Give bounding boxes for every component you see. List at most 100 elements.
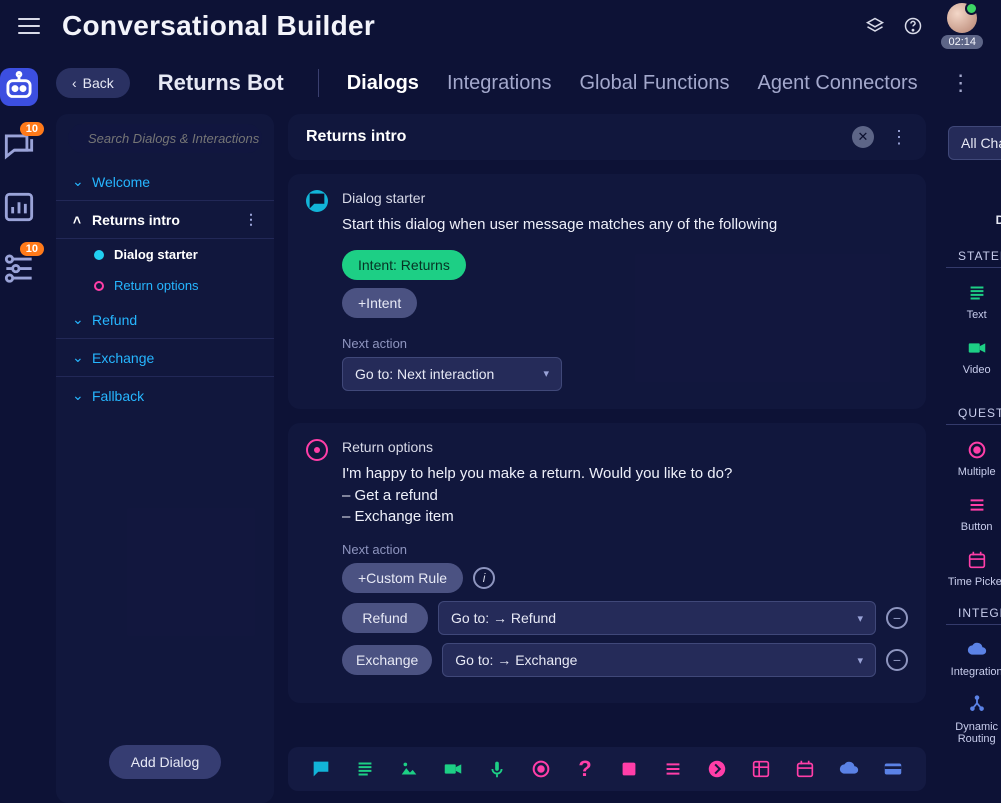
avatar[interactable] xyxy=(947,3,977,33)
back-button[interactable]: ‹ Back xyxy=(56,68,130,98)
multiple-icon[interactable] xyxy=(530,758,552,780)
chat-icon[interactable] xyxy=(310,758,332,780)
select-value: Go to: → Refund xyxy=(451,610,556,626)
bullet-icon xyxy=(94,250,104,260)
tool-video[interactable]: Video xyxy=(944,331,1001,394)
card-return-options: Return options I'm happy to help you mak… xyxy=(288,423,926,703)
button-icon[interactable] xyxy=(662,758,684,780)
tree-label: Refund xyxy=(92,312,137,328)
tool-dynamic-routing[interactable]: Dynamic Routing xyxy=(944,688,1001,751)
tool-time-picker[interactable]: Time Picker xyxy=(944,543,1001,594)
rule-chip-refund[interactable]: Refund xyxy=(342,603,428,633)
remove-rule-button[interactable]: − xyxy=(886,607,908,629)
rail-analytics-icon[interactable] xyxy=(0,188,38,226)
flow-badge: 10 xyxy=(20,242,44,256)
chevron-down-icon: ⌄ xyxy=(72,311,82,328)
tab-integrations[interactable]: Integrations xyxy=(447,72,552,95)
intent-chip[interactable]: Intent: Returns xyxy=(342,250,466,280)
chevron-up-icon: ˄ xyxy=(72,212,82,228)
question-icon[interactable]: ? xyxy=(574,758,596,780)
info-icon[interactable]: i xyxy=(473,567,495,589)
list-picker-icon[interactable] xyxy=(750,758,772,780)
video-icon[interactable] xyxy=(442,758,464,780)
image-icon[interactable] xyxy=(398,758,420,780)
chat-bubble-icon xyxy=(306,190,328,212)
rule-select-exchange[interactable]: Go to: → Exchange ▾ xyxy=(442,643,876,677)
rail-bot-icon[interactable] xyxy=(0,68,38,106)
tree-sub-dialog-starter[interactable]: Dialog starter xyxy=(56,239,274,270)
back-label: Back xyxy=(83,75,114,91)
tree-item-welcome[interactable]: ⌄ Welcome xyxy=(56,163,274,201)
tool-button[interactable]: Button xyxy=(944,488,1001,539)
tab-global-functions[interactable]: Global Functions xyxy=(579,72,729,95)
more-icon[interactable]: ⋮ xyxy=(244,211,258,228)
dialog-header: Returns intro ✕ ⋮ xyxy=(288,114,926,160)
tab-dialogs[interactable]: Dialogs xyxy=(347,72,419,95)
rail-chat-icon[interactable]: 10 xyxy=(0,128,38,166)
next-action-select[interactable]: Go to: Next interaction ▾ xyxy=(342,357,562,391)
card-kicker: Return options xyxy=(342,439,908,455)
interaction-tray: ? xyxy=(288,747,926,791)
audio-icon[interactable] xyxy=(486,758,508,780)
tool-text[interactable]: Text xyxy=(944,276,1001,327)
close-icon[interactable]: ✕ xyxy=(852,126,874,148)
apple-pay-icon[interactable] xyxy=(882,758,904,780)
tree-label: Returns intro xyxy=(92,212,234,228)
tool-integration[interactable]: Integration xyxy=(944,633,1001,684)
help-icon[interactable] xyxy=(903,16,923,36)
remove-rule-button[interactable]: − xyxy=(886,649,908,671)
layers-icon[interactable] xyxy=(865,16,885,36)
tool-multiple[interactable]: Multiple xyxy=(944,433,1001,484)
next-action-label: Next action xyxy=(342,542,908,557)
video-icon xyxy=(966,337,988,359)
chevron-left-icon: ‹ xyxy=(72,75,77,91)
chevron-down-icon: ⌄ xyxy=(72,387,82,404)
text-icon xyxy=(966,282,988,304)
search-input-wrap[interactable] xyxy=(68,124,262,153)
select-value: Go to: → Exchange xyxy=(455,652,577,668)
time-picker-icon[interactable] xyxy=(794,758,816,780)
more-menu-icon[interactable]: ⋮ xyxy=(946,70,996,96)
tree-item-refund[interactable]: ⌄ Refund xyxy=(56,301,274,339)
tree-item-fallback[interactable]: ⌄Fallback xyxy=(56,377,274,414)
tab-agent-connectors[interactable]: Agent Connectors xyxy=(758,72,918,95)
add-intent-chip[interactable]: +Intent xyxy=(342,288,417,318)
toolbox: All Channels ▾ Dialog Starterⓘ STATEMENT… xyxy=(940,114,1001,803)
card-text: Start this dialog when user message matc… xyxy=(342,214,908,236)
menu-icon[interactable] xyxy=(18,18,40,34)
add-dialog-button[interactable]: Add Dialog xyxy=(109,745,222,779)
text-icon[interactable] xyxy=(354,758,376,780)
chevron-down-icon: ▾ xyxy=(857,654,863,667)
rule-chip-exchange[interactable]: Exchange xyxy=(342,645,432,675)
dialog-tree: ⌄Welcome ˄Returns intro⋮ Dialog starter … xyxy=(56,114,274,803)
rule-select-refund[interactable]: Go to: → Refund ▾ xyxy=(438,601,876,635)
nav-rail: 10 10 xyxy=(0,52,38,803)
structured-icon[interactable] xyxy=(618,758,640,780)
tree-item-exchange[interactable]: ⌄Exchange xyxy=(56,339,274,377)
tree-sub-return-options[interactable]: Return options xyxy=(56,270,274,301)
integration-icon[interactable] xyxy=(838,758,860,780)
quick-reply-icon[interactable] xyxy=(706,758,728,780)
chat-badge: 10 xyxy=(20,122,44,136)
tree-item-returns-intro[interactable]: ˄ Returns intro ⋮ xyxy=(56,201,274,239)
chevron-down-icon: ▾ xyxy=(543,367,549,380)
section-questions: QUESTIONS xyxy=(946,400,1001,425)
rail-flow-icon[interactable]: 10 xyxy=(0,248,38,286)
radio-icon xyxy=(306,439,328,461)
multiple-icon xyxy=(966,439,988,461)
time-picker-icon xyxy=(966,549,988,571)
chevron-down-icon: ⌄ xyxy=(72,173,82,190)
tree-label: Welcome xyxy=(92,174,150,190)
tree-sub-label: Dialog starter xyxy=(114,247,198,262)
more-icon[interactable]: ⋮ xyxy=(890,127,908,148)
divider xyxy=(318,69,319,97)
routing-icon xyxy=(966,694,988,716)
select-value: Go to: Next interaction xyxy=(355,366,494,382)
chevron-down-icon: ▾ xyxy=(857,612,863,625)
app-title: Conversational Builder xyxy=(62,10,847,42)
channel-select[interactable]: All Channels ▾ xyxy=(948,126,1001,160)
dialog-starter-label: Dialog Starterⓘ xyxy=(996,212,1001,227)
search-input[interactable] xyxy=(88,131,266,146)
card-kicker: Dialog starter xyxy=(342,190,908,206)
add-custom-rule-chip[interactable]: +Custom Rule xyxy=(342,563,463,593)
